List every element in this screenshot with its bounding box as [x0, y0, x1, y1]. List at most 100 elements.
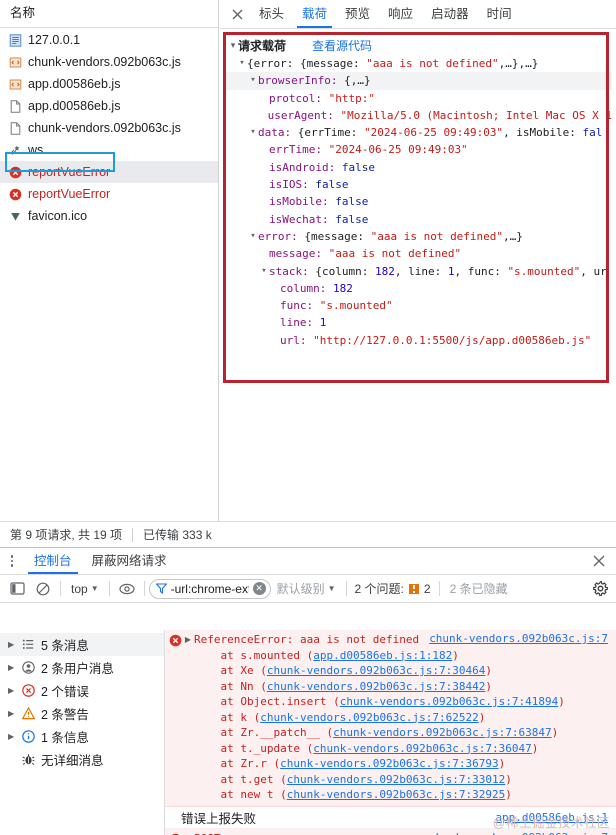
- request-detail-tabs[interactable]: 标头载荷预览响应启动器时间: [220, 0, 616, 29]
- request-count-status: 第 9 项请求, 共 19 项: [0, 526, 132, 543]
- expand-arrow-icon[interactable]: ▶: [8, 709, 20, 718]
- stack-frame-link[interactable]: chunk-vendors.092b063c.js:7:63847: [333, 726, 552, 739]
- info-circle-icon: [20, 730, 36, 743]
- live-expression-eye-icon[interactable]: [114, 577, 140, 601]
- payload-token: errTime:: [269, 141, 329, 158]
- file-row[interactable]: chunk-vendors.092b063c.js: [0, 117, 218, 139]
- more-options-icon[interactable]: [0, 555, 24, 567]
- expand-arrow-icon[interactable]: ▶: [8, 686, 20, 695]
- chevron-down-icon-2: ▼: [328, 584, 336, 593]
- detail-tab[interactable]: 响应: [379, 0, 422, 28]
- payload-line[interactable]: ▾data: {errTime: "2024-06-25 09:49:03", …: [226, 124, 612, 141]
- file-row[interactable]: 127.0.0.1: [0, 29, 218, 51]
- console-sidebar-item[interactable]: ▶1 条信息: [0, 725, 164, 748]
- payload-disclosure-triangle[interactable]: ▾: [259, 263, 269, 280]
- stack-frame-link[interactable]: chunk-vendors.092b063c.js:7:36793: [280, 757, 499, 770]
- payload-token: false: [315, 176, 348, 193]
- console-sidebar-item[interactable]: ▶5 条消息: [0, 633, 164, 656]
- console-sidebar-item[interactable]: ▶2 个错误: [0, 679, 164, 702]
- file-row[interactable]: reportVueError: [0, 161, 218, 183]
- stack-frame-link[interactable]: chunk-vendors.092b063c.js:7:33012: [287, 773, 506, 786]
- payload-line[interactable]: isAndroid: false: [226, 159, 612, 176]
- toggle-console-sidebar-icon[interactable]: [4, 577, 30, 601]
- console-sidebar-item[interactable]: ▶2 条警告: [0, 702, 164, 725]
- payload-line[interactable]: line: 1: [226, 314, 612, 331]
- console-toolbar[interactable]: top ▼ -url:chrome-exte ✕ 默认级别 ▼ 2 个问题: 2: [0, 575, 616, 603]
- payload-line[interactable]: protcol: "http:": [226, 90, 612, 107]
- detail-tab[interactable]: 预览: [336, 0, 379, 28]
- file-row[interactable]: ws: [0, 139, 218, 161]
- payload-token: {,…}: [344, 72, 371, 89]
- console-filter-input[interactable]: -url:chrome-exte ✕: [149, 579, 271, 599]
- file-row[interactable]: favicon.ico: [0, 205, 218, 227]
- payload-line[interactable]: column: 182: [226, 280, 612, 297]
- issues-indicator[interactable]: 2 个问题: 2: [351, 580, 435, 597]
- stack-frame-link[interactable]: chunk-vendors.092b063c.js:7:36047: [313, 742, 532, 755]
- clear-console-icon[interactable]: [30, 577, 56, 601]
- payload-token: func:: [280, 297, 320, 314]
- console-sidebar-item-label: 2 条用户消息: [41, 658, 114, 677]
- payload-line[interactable]: ▾{error: {message: "aaa is not defined",…: [226, 55, 612, 72]
- error-1-source-link[interactable]: chunk-vendors.092b063c.js:7: [429, 632, 608, 645]
- payload-token: isAndroid:: [269, 159, 342, 176]
- execution-context-selector[interactable]: top ▼: [65, 578, 105, 600]
- expand-arrow-icon[interactable]: ▶: [8, 663, 20, 672]
- payload-disclosure-triangle[interactable]: ▾: [248, 124, 258, 141]
- payload-line[interactable]: isIOS: false: [226, 176, 612, 193]
- console-settings-gear-icon[interactable]: [588, 581, 612, 596]
- file-list[interactable]: 127.0.0.1chunk-vendors.092b063c.jsapp.d0…: [0, 29, 218, 521]
- detail-tab[interactable]: 载荷: [293, 0, 336, 28]
- console-sidebar[interactable]: ▶5 条消息▶2 条用户消息▶2 个错误▶2 条警告▶1 条信息无详细消息: [0, 630, 165, 835]
- payload-json-tree[interactable]: ▾{error: {message: "aaa is not defined",…: [226, 55, 612, 349]
- payload-line[interactable]: ▾stack: {column: 182, line: 1, func: "s.…: [226, 263, 612, 280]
- payload-disclosure-triangle[interactable]: ▾: [248, 72, 258, 89]
- payload-line[interactable]: url: "http://127.0.0.1:5500/js/app.d0058…: [226, 332, 612, 349]
- expand-error-1-icon[interactable]: ▶: [182, 635, 194, 644]
- log-level-selector[interactable]: 默认级别 ▼: [271, 580, 342, 597]
- payload-collapse-icon[interactable]: ▾: [228, 40, 238, 51]
- drawer-tab[interactable]: 屏蔽网络请求: [82, 548, 177, 574]
- drawer-tab[interactable]: 控制台: [24, 548, 82, 574]
- payload-line[interactable]: ▾browserInfo: {,…}: [226, 72, 612, 89]
- file-row[interactable]: reportVueError: [0, 183, 218, 205]
- stack-frame-link[interactable]: chunk-vendors.092b063c.js:7:38442: [267, 680, 486, 693]
- payload-line[interactable]: message: "aaa is not defined": [226, 245, 612, 262]
- drawer-tab-bar[interactable]: 控制台屏蔽网络请求: [0, 548, 616, 575]
- payload-disclosure-triangle[interactable]: ▾: [237, 55, 247, 72]
- payload-token: "aaa is not defined": [371, 228, 503, 245]
- payload-token: column:: [280, 280, 333, 297]
- file-row-label: app.d00586eb.js: [28, 77, 120, 91]
- file-row[interactable]: app.d00586eb.js: [0, 73, 218, 95]
- payload-line[interactable]: isWechat: false: [226, 211, 612, 228]
- payload-line[interactable]: isMobile: false: [226, 193, 612, 210]
- close-drawer-icon[interactable]: [590, 552, 608, 570]
- file-row[interactable]: chunk-vendors.092b063c.js: [0, 51, 218, 73]
- console-sidebar-item[interactable]: ▶ 2 条用户消息: [0, 656, 164, 679]
- detail-tab[interactable]: 启动器: [422, 0, 478, 28]
- payload-disclosure-triangle[interactable]: ▾: [248, 228, 258, 245]
- console-message-list[interactable]: chunk-vendors.092b063c.js:7 ▶ ReferenceE…: [165, 630, 616, 835]
- stack-frame-link[interactable]: chunk-vendors.092b063c.js:7:32925: [287, 788, 506, 801]
- view-source-link[interactable]: 查看源代码: [312, 37, 372, 54]
- clear-filter-icon[interactable]: ✕: [253, 582, 266, 595]
- payload-line[interactable]: userAgent: "Mozilla/5.0 (Macintosh; Inte…: [226, 107, 612, 124]
- stack-frame-link[interactable]: chunk-vendors.092b063c.js:7:30464: [267, 664, 486, 677]
- detail-tab[interactable]: 标头: [250, 0, 293, 28]
- issues-label: 2 个问题:: [355, 580, 404, 597]
- console-error-message-1[interactable]: chunk-vendors.092b063c.js:7 ▶ ReferenceE…: [165, 630, 616, 807]
- file-row[interactable]: app.d00586eb.js: [0, 95, 218, 117]
- expand-arrow-icon[interactable]: ▶: [8, 732, 20, 741]
- detail-tab[interactable]: 时间: [478, 0, 521, 28]
- payload-line[interactable]: func: "s.mounted": [226, 297, 612, 314]
- payload-line[interactable]: ▾error: {message: "aaa is not defined",……: [226, 228, 612, 245]
- console-sidebar-item[interactable]: 无详细消息: [0, 748, 164, 771]
- close-detail-icon[interactable]: [224, 1, 250, 27]
- stack-frame-link[interactable]: chunk-vendors.092b063c.js:7:41894: [340, 695, 559, 708]
- stack-frame-link[interactable]: app.d00586eb.js:1:182: [313, 649, 452, 662]
- error-2-source-link[interactable]: chunk-vendors.092b063c.js:7: [429, 831, 608, 835]
- stack-frame-link[interactable]: chunk-vendors.092b063c.js:7:62522: [260, 711, 479, 724]
- request-payload-section: ▾ 请求载荷 查看源代码 ▾{error: {message: "aaa is …: [226, 35, 612, 380]
- payload-line[interactable]: errTime: "2024-06-25 09:49:03": [226, 141, 612, 158]
- console-filter-value: -url:chrome-exte: [171, 582, 249, 596]
- expand-arrow-icon[interactable]: ▶: [8, 640, 20, 649]
